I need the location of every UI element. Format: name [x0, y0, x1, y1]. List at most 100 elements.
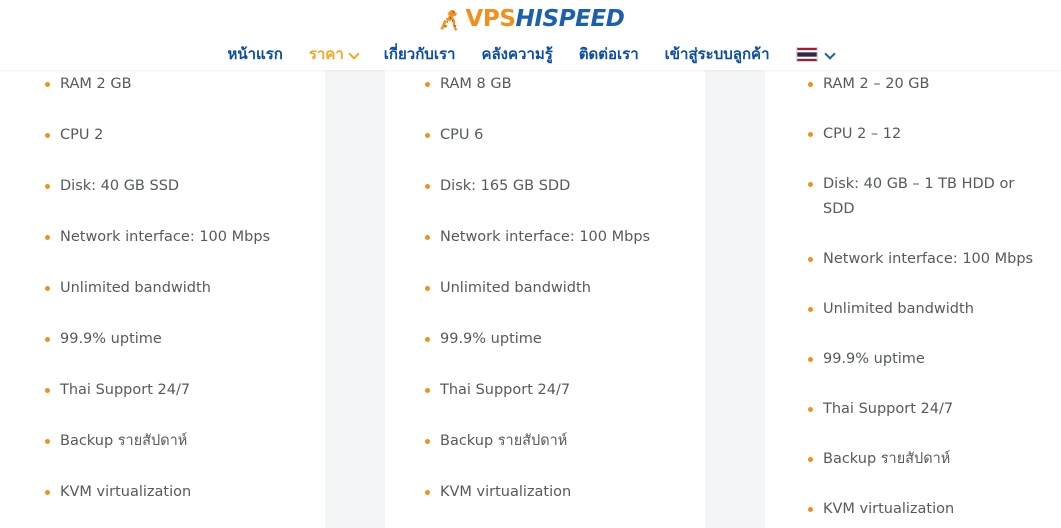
- pricing-plans-area: RAM 2 GB CPU 2 Disk: 40 GB SSD Network i…: [0, 70, 1061, 528]
- chevron-down-icon: [350, 49, 358, 57]
- list-item: Thai Support 24/7: [808, 397, 1039, 422]
- feature-text: Thai Support 24/7: [60, 382, 191, 398]
- bullet-icon: [425, 337, 430, 342]
- language-switcher[interactable]: [795, 46, 834, 62]
- bullet-icon: [45, 490, 50, 495]
- bullet-icon: [45, 133, 50, 138]
- feature-text: RAM 2 GB: [60, 76, 132, 92]
- bullet-icon: [808, 182, 813, 187]
- site-header: VPSHISPEED หน้าแรก ราคา เกี่ยวกับเรา คลั…: [0, 0, 1061, 70]
- list-item: Network interface: 100 Mbps: [45, 225, 307, 250]
- feature-text: Unlimited bandwidth: [440, 280, 591, 296]
- list-item: Network interface: 100 Mbps: [425, 225, 687, 250]
- list-item: Unlimited bandwidth: [808, 297, 1039, 322]
- feature-text: CPU 2 – 12: [823, 126, 902, 142]
- column-gutter-2: [705, 70, 765, 528]
- bullet-icon: [425, 490, 430, 495]
- feature-text: Network interface: 100 Mbps: [440, 229, 651, 245]
- feature-text: Disk: 165 GB SDD: [440, 178, 571, 194]
- plan-2-feature-list: RAM 8 GB CPU 6 Disk: 165 GB SDD Network …: [425, 70, 687, 505]
- list-item: Thai Support 24/7: [45, 378, 307, 403]
- plan-card-3: RAM 2 – 20 GB CPU 2 – 12 Disk: 40 GB – 1…: [765, 70, 1061, 528]
- cheetah-mascot-icon: [440, 10, 457, 31]
- main-navigation: หน้าแรก ราคา เกี่ยวกับเรา คลังความรู้ ติ…: [0, 41, 1061, 67]
- logo-text-vps: VPS: [465, 5, 516, 32]
- nav-item-home[interactable]: หน้าแรก: [227, 44, 283, 63]
- nav-item-contact-us-label: ติดต่อเรา: [578, 44, 639, 63]
- bullet-icon: [425, 439, 430, 444]
- list-item: Backup รายสัปดาห์: [45, 429, 307, 454]
- nav-item-about-us-label: เกี่ยวกับเรา: [383, 44, 456, 63]
- bullet-icon: [425, 82, 430, 87]
- bullet-icon: [45, 337, 50, 342]
- feature-text: CPU 6: [440, 127, 484, 143]
- bullet-icon: [425, 184, 430, 189]
- feature-text: KVM virtualization: [440, 484, 572, 500]
- bullet-icon: [808, 507, 813, 512]
- bullet-icon: [808, 357, 813, 362]
- feature-text: Network interface: 100 Mbps: [823, 251, 1034, 267]
- list-item: KVM virtualization: [425, 480, 687, 505]
- list-item: RAM 2 GB: [45, 72, 307, 97]
- nav-item-contact-us[interactable]: ติดต่อเรา: [578, 44, 639, 63]
- bullet-icon: [808, 132, 813, 137]
- list-item: RAM 8 GB: [425, 72, 687, 97]
- list-item: KVM virtualization: [45, 480, 307, 505]
- feature-text: Disk: 40 GB – 1 TB HDD or SDD: [823, 176, 1015, 217]
- bullet-icon: [808, 457, 813, 462]
- bullet-icon: [45, 82, 50, 87]
- feature-text: Backup รายสัปดาห์: [823, 451, 951, 467]
- list-item: RAM 2 – 20 GB: [808, 72, 1039, 97]
- list-item: KVM virtualization: [808, 497, 1039, 522]
- nav-item-knowledge-base-label: คลังความรู้: [481, 44, 553, 63]
- bullet-icon: [45, 235, 50, 240]
- list-item: CPU 2 – 12: [808, 122, 1039, 147]
- list-item: 99.9% uptime: [425, 327, 687, 352]
- list-item: Network interface: 100 Mbps: [808, 247, 1039, 272]
- list-item: Unlimited bandwidth: [425, 276, 687, 301]
- bullet-icon: [808, 307, 813, 312]
- feature-text: Unlimited bandwidth: [823, 301, 974, 317]
- column-gutter-1: [325, 70, 385, 528]
- nav-item-client-login[interactable]: เข้าสู่ระบบลูกค้า: [664, 44, 770, 63]
- nav-item-knowledge-base[interactable]: คลังความรู้: [481, 44, 553, 63]
- list-item: Disk: 40 GB – 1 TB HDD or SDD: [808, 172, 1039, 222]
- list-item: Backup รายสัปดาห์: [425, 429, 687, 454]
- bullet-icon: [808, 407, 813, 412]
- nav-item-pricing[interactable]: ราคา: [309, 46, 358, 62]
- list-item: Thai Support 24/7: [425, 378, 687, 403]
- nav-item-client-login-label: เข้าสู่ระบบลูกค้า: [664, 44, 770, 63]
- logo-container: VPSHISPEED: [0, 6, 1061, 32]
- feature-text: 99.9% uptime: [440, 331, 542, 347]
- feature-text: Disk: 40 GB SSD: [60, 178, 180, 194]
- feature-text: RAM 2 – 20 GB: [823, 76, 930, 92]
- list-item: 99.9% uptime: [45, 327, 307, 352]
- site-logo-link[interactable]: VPSHISPEED: [437, 7, 625, 31]
- bullet-icon: [425, 133, 430, 138]
- list-item: Backup รายสัปดาห์: [808, 447, 1039, 472]
- bullet-icon: [808, 257, 813, 262]
- feature-text: KVM virtualization: [60, 484, 192, 500]
- list-item: CPU 2: [45, 123, 307, 148]
- feature-text: Thai Support 24/7: [440, 382, 571, 398]
- bullet-icon: [425, 286, 430, 291]
- list-item: CPU 6: [425, 123, 687, 148]
- plan-card-2: RAM 8 GB CPU 6 Disk: 165 GB SDD Network …: [385, 70, 705, 528]
- feature-text: Network interface: 100 Mbps: [60, 229, 271, 245]
- bullet-icon: [45, 388, 50, 393]
- bullet-icon: [425, 388, 430, 393]
- list-item: 99.9% uptime: [808, 347, 1039, 372]
- bullet-icon: [808, 82, 813, 87]
- feature-text: KVM virtualization: [823, 501, 955, 517]
- list-item: Disk: 165 GB SDD: [425, 174, 687, 199]
- list-item: Unlimited bandwidth: [45, 276, 307, 301]
- plan-1-feature-list: RAM 2 GB CPU 2 Disk: 40 GB SSD Network i…: [45, 70, 307, 505]
- logo-text-hispeed: HISPEED: [515, 5, 625, 32]
- bullet-icon: [425, 235, 430, 240]
- nav-item-about-us[interactable]: เกี่ยวกับเรา: [383, 44, 456, 63]
- feature-text: 99.9% uptime: [60, 331, 162, 347]
- thailand-flag-icon: [795, 46, 818, 62]
- feature-text: RAM 8 GB: [440, 76, 512, 92]
- nav-item-home-label: หน้าแรก: [227, 44, 283, 63]
- feature-text: Thai Support 24/7: [823, 401, 954, 417]
